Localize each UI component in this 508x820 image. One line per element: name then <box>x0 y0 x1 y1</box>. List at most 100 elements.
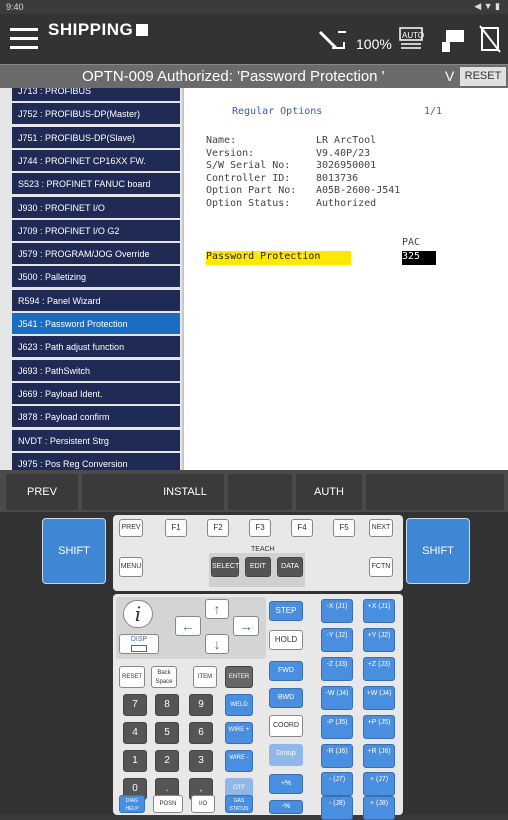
fwd-key[interactable]: FWD <box>269 661 303 681</box>
option-list-item[interactable]: J500 : Palletizing <box>12 266 180 289</box>
select-key[interactable]: SELECT <box>211 557 239 577</box>
softkey-2[interactable] <box>82 474 154 510</box>
jog-plus-key[interactable]: +Y (J2) <box>363 628 395 652</box>
jog-minus-key[interactable]: -Z (J3) <box>321 657 353 681</box>
shift-left-button[interactable]: SHIFT <box>42 518 106 584</box>
jog-minus-key[interactable]: -Y (J2) <box>321 628 353 652</box>
digit-key[interactable]: 3 <box>189 750 213 772</box>
diag-help-key[interactable]: DIAG HELP <box>119 795 145 813</box>
option-list-item[interactable]: NVDT : Persistent Strg <box>12 429 180 452</box>
option-list-item[interactable]: R594 : Panel Wizard <box>12 289 180 312</box>
down-arrow-key[interactable]: ↓ <box>205 634 229 654</box>
option-list-item[interactable]: J878 : Payload confirm <box>12 406 180 429</box>
option-list-item[interactable]: J623 : Path adjust function <box>12 336 180 359</box>
speed-down-key[interactable]: -% <box>269 800 303 814</box>
f5-key[interactable]: F5 <box>333 519 355 537</box>
jog-speed-icon[interactable] <box>318 28 348 54</box>
wire-plus-key[interactable]: WIRE + <box>225 722 253 744</box>
data-key[interactable]: DATA <box>277 557 303 577</box>
fctn-key[interactable]: FCTN <box>369 557 393 577</box>
field-value: V9.40P/23 <box>316 147 371 159</box>
digit-key[interactable]: 6 <box>189 722 213 744</box>
option-list-item[interactable]: J669 : Payload Ident. <box>12 382 180 405</box>
softkey-6[interactable] <box>366 474 504 510</box>
f1-key[interactable]: F1 <box>165 519 187 537</box>
jog-plus-key[interactable]: + (J8) <box>363 796 395 820</box>
option-list-item[interactable]: J752 : PROFIBUS-DP(Master) <box>12 103 180 126</box>
hamburger-menu-icon[interactable] <box>10 26 38 52</box>
jog-minus-key[interactable]: -R (J6) <box>321 744 353 768</box>
f2-key[interactable]: F2 <box>207 519 229 537</box>
jog-minus-key[interactable]: -P (J5) <box>321 715 353 739</box>
jog-minus-key[interactable]: - (J8) <box>321 796 353 820</box>
option-list-item[interactable]: J930 : PROFINET I/O <box>12 196 180 219</box>
coord-key[interactable]: COORD <box>269 715 303 737</box>
chevron-down-icon[interactable]: V <box>445 68 454 84</box>
option-list-item[interactable]: J751 : PROFIBUS-DP(Slave) <box>12 126 180 149</box>
weld-key[interactable]: WELD <box>225 694 253 716</box>
option-list-item[interactable]: J541 : Password Protection <box>12 313 180 335</box>
softkey-4[interactable] <box>228 474 292 510</box>
auth-softkey[interactable]: AUTH <box>296 474 362 510</box>
clock: 9:40 <box>6 2 24 12</box>
page-title[interactable]: SHIPPING <box>48 20 149 40</box>
pac-value[interactable]: 325 <box>402 251 436 265</box>
next-key[interactable]: NEXT <box>369 519 393 537</box>
function-button-bar: PREV INSTALL AUTH <box>0 470 508 512</box>
reset-button[interactable]: RESET <box>460 67 506 86</box>
digit-key[interactable]: 9 <box>189 694 213 716</box>
shift-right-button[interactable]: SHIFT <box>406 518 470 584</box>
option-list-item[interactable]: J709 : PROFINET I/O G2 <box>12 219 180 242</box>
option-list-item[interactable]: J744 : PROFINET CP16XX FW. <box>12 149 180 172</box>
jog-minus-key[interactable]: -W (J4) <box>321 686 353 710</box>
digit-key[interactable]: 4 <box>123 722 147 744</box>
option-list-item[interactable]: S523 : PROFINET FANUC board <box>12 173 180 196</box>
jog-plus-key[interactable]: +P (J5) <box>363 715 395 739</box>
jog-plus-key[interactable]: + (J7) <box>363 772 395 796</box>
jog-plus-key[interactable]: +Z (J3) <box>363 657 395 681</box>
right-arrow-key[interactable]: → <box>233 616 259 636</box>
prev-key[interactable]: PREV <box>119 519 143 537</box>
left-arrow-key[interactable]: ← <box>175 616 201 636</box>
digit-key[interactable]: 5 <box>155 722 179 744</box>
digit-key[interactable]: 1 <box>123 750 147 772</box>
group-key[interactable]: Group <box>269 744 303 766</box>
jog-plus-key[interactable]: +R (J6) <box>363 744 395 768</box>
enter-key[interactable]: ENTER <box>225 666 253 688</box>
f4-key[interactable]: F4 <box>291 519 313 537</box>
install-softkey[interactable]: INSTALL <box>146 474 224 510</box>
jog-minus-key[interactable]: - (J7) <box>321 772 353 796</box>
digit-key[interactable]: 7 <box>123 694 147 716</box>
up-arrow-key[interactable]: ↑ <box>205 599 229 619</box>
option-list-item[interactable]: J713 : PROFIBUS <box>12 88 180 102</box>
edit-key[interactable]: EDIT <box>245 557 271 577</box>
info-key[interactable]: i <box>123 600 153 628</box>
system-status-bar: 9:40 ◀ ▼ ▮ <box>0 0 508 14</box>
f3-key[interactable]: F3 <box>249 519 271 537</box>
prev-softkey[interactable]: PREV <box>6 474 78 510</box>
item-key[interactable]: ITEM <box>193 666 217 688</box>
io-key[interactable]: I/O <box>191 795 215 813</box>
backspace-key[interactable]: Back Space <box>151 666 177 688</box>
dropdown-box-icon <box>136 24 149 36</box>
option-name-highlight[interactable]: Password Protection <box>206 251 351 265</box>
speed-up-key[interactable]: +% <box>269 774 303 794</box>
option-list-item[interactable]: J579 : PROGRAM/JOG Override <box>12 243 180 266</box>
reset-key[interactable]: RESET <box>119 666 145 688</box>
override-speed[interactable]: 100% <box>356 36 392 52</box>
digit-key[interactable]: 8 <box>155 694 179 716</box>
jog-plus-key[interactable]: +W (J4) <box>363 686 395 710</box>
digit-key[interactable]: 2 <box>155 750 179 772</box>
jog-plus-key[interactable]: +X (J1) <box>363 599 395 623</box>
hold-key[interactable]: HOLD <box>269 630 303 650</box>
menu-key[interactable]: MENU <box>119 557 143 577</box>
jog-minus-key[interactable]: -X (J1) <box>321 599 353 623</box>
step-key[interactable]: STEP <box>269 601 303 621</box>
posn-key[interactable]: POSN <box>153 795 183 813</box>
disp-key[interactable]: DISP <box>119 634 159 654</box>
wire-minus-key[interactable]: WIRE - <box>225 750 253 772</box>
gas-status-key[interactable]: GAS STATUS <box>225 795 253 813</box>
option-list-item[interactable]: J975 : Pos Reg Conversion <box>12 452 180 470</box>
option-list-item[interactable]: J693 : PathSwitch <box>12 359 180 382</box>
bwd-key[interactable]: BWD <box>269 688 303 708</box>
